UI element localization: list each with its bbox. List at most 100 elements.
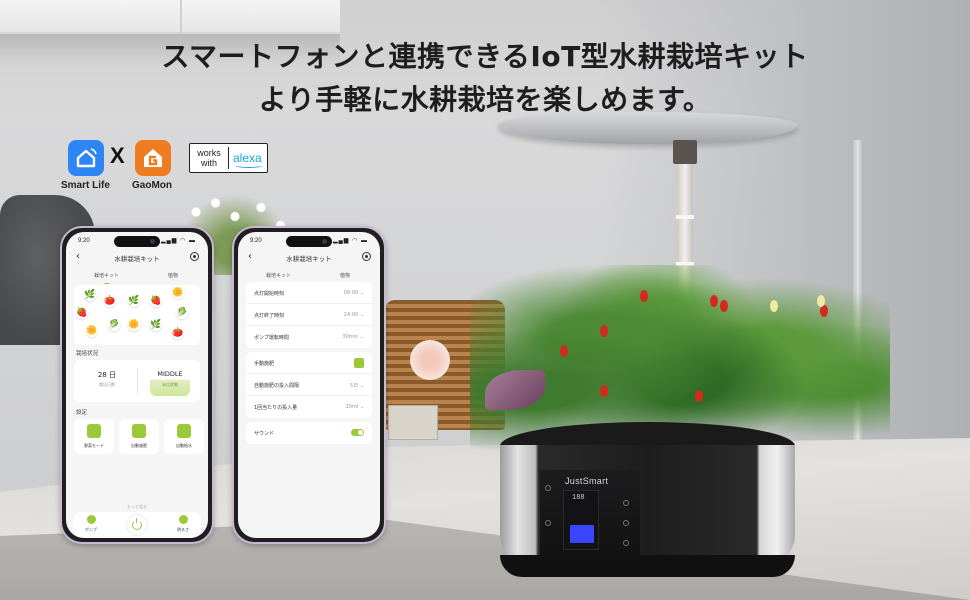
tile-label: 自動給水: [176, 443, 192, 448]
growing-days-value: 28 日: [97, 371, 117, 379]
alexa-wordmark: alexa: [233, 151, 263, 168]
headline-line-2: より手軽に水耕栽培を楽しめます。: [258, 83, 712, 116]
kit-mode-button[interactable]: [623, 500, 629, 506]
red-pepper: [695, 390, 703, 402]
auto-fertilize-tile[interactable]: 自動施肥: [119, 419, 159, 454]
row-label: 1回当たりの投入量: [254, 405, 298, 411]
works-with-text: works with: [197, 148, 221, 168]
manual-fertilize-button[interactable]: [354, 358, 364, 368]
plant-pod[interactable]: 🌼: [172, 287, 184, 299]
tab-kit[interactable]: 栽培キット: [94, 272, 119, 279]
auto-water-tile[interactable]: 自動給水: [164, 419, 204, 454]
row-label: サウンド: [254, 431, 275, 437]
tab-plants[interactable]: 植物: [168, 272, 178, 279]
phone-screen: 9:20 ▂▄▆ ◠ ▬ ‹ 水耕栽培キット 栽培キット 植物 🌿 🍅 🌿 🍓 …: [66, 232, 208, 538]
water-level-label: 水位状態: [162, 382, 178, 387]
light-pump-settings-group: 点灯開始時刻 08:00 ⌄ 点灯終了時刻 24:00 ⌄ ポンプ運転時間 30…: [246, 282, 372, 348]
dynamic-island: [286, 236, 332, 247]
sun-icon: [178, 515, 188, 524]
red-pepper: [600, 385, 608, 397]
row-label: 点灯終了時刻: [254, 313, 285, 319]
tab-bar: 栽培キット 植物: [66, 270, 208, 282]
pump-run-time-row[interactable]: ポンプ運転時間 30min ⌄: [246, 326, 372, 348]
red-pepper: [600, 325, 608, 337]
light-start-time-row[interactable]: 点灯開始時刻 08:00 ⌄: [246, 282, 372, 304]
plant-pod[interactable]: 🌼: [128, 319, 140, 331]
settings-heading: 設定: [76, 410, 88, 416]
kit-brand-logo: JustSmart: [565, 476, 609, 486]
plant-pod[interactable]: 🍓: [150, 295, 162, 307]
row-label: 手動施肥: [254, 361, 275, 367]
page-title: 水耕栽培キット: [114, 255, 160, 263]
water-level-value: MIDDLE: [157, 370, 183, 378]
growth-status-heading: 栽培状況: [76, 351, 99, 357]
wall-cabinet: [0, 0, 340, 34]
growing-days-label: 栽培日数: [99, 382, 115, 387]
row-value: 24:00 ⌄: [343, 312, 364, 318]
row-value: 08:00 ⌄: [343, 290, 364, 296]
red-pepper: [720, 300, 728, 312]
signal-wifi-battery-icon: ▂▄▆ ◠ ▬: [332, 238, 368, 244]
kit-pump-button[interactable]: [545, 485, 551, 491]
grow-light-joint: [673, 140, 697, 164]
row-label: ポンプ運転時間: [254, 335, 289, 341]
sound-toggle[interactable]: [351, 429, 364, 436]
row-label: 自動施肥の投入間隔: [254, 383, 300, 389]
status-bar: 9:20 ▂▄▆ ◠ ▬: [238, 232, 380, 250]
yellow-pepper: [817, 295, 825, 307]
basket-label: [388, 405, 438, 440]
power-button[interactable]: [126, 514, 148, 536]
smart-life-caption: Smart Life: [61, 180, 110, 191]
tab-kit[interactable]: 栽培キット: [266, 272, 291, 279]
phone-settings-screen: 9:20 ▂▄▆ ◠ ▬ ‹ 水耕栽培キット 栽培キット 植物 点灯開始時刻 0…: [232, 226, 386, 544]
pole-ring: [676, 215, 694, 219]
plant-pod[interactable]: 🌿: [84, 289, 96, 301]
dynamic-island: [114, 236, 160, 247]
logo-separator: X: [110, 143, 125, 168]
tile-label: 自動施肥: [131, 443, 147, 448]
gaomon-logo: [135, 140, 171, 176]
vegetable-mode-icon: [87, 424, 101, 438]
fertilize-amount-row[interactable]: 1回当たりの投入量 20ml ⌄: [246, 396, 372, 418]
pump-button[interactable]: ポンプ: [79, 515, 103, 533]
plant-pod[interactable]: 🌿: [128, 295, 140, 307]
auto-water-icon: [177, 424, 191, 438]
water-level-indicator: [570, 525, 594, 543]
more-link[interactable]: もっと見る: [66, 504, 208, 510]
plant-pod[interactable]: 🍓: [76, 307, 88, 319]
plant-pod[interactable]: 🌿: [150, 319, 162, 331]
phone-screen: 9:20 ▂▄▆ ◠ ▬ ‹ 水耕栽培キット 栽培キット 植物 点灯開始時刻 0…: [238, 232, 380, 538]
kit-light-button[interactable]: [623, 540, 629, 546]
kit-timer-button[interactable]: [623, 520, 629, 526]
page-title: 水耕栽培キット: [286, 255, 332, 263]
plant-pod[interactable]: 🥬: [108, 319, 120, 331]
nav-bar: ‹ 水耕栽培キット: [238, 250, 380, 266]
row-value: 5日 ⌄: [350, 383, 364, 389]
settings-icon[interactable]: [190, 252, 199, 261]
sound-row: サウンド: [246, 422, 372, 444]
plant-pod[interactable]: 🌼: [86, 325, 98, 337]
auto-fertilize-icon: [132, 424, 146, 438]
light-end-time-row[interactable]: 点灯終了時刻 24:00 ⌄: [246, 304, 372, 326]
plant-pod[interactable]: 🍅: [104, 295, 116, 307]
signal-wifi-battery-icon: ▂▄▆ ◠ ▬: [160, 238, 196, 244]
works-with-alexa-badge: works with alexa: [189, 143, 268, 173]
kit-display: 188: [563, 490, 599, 550]
bottom-control-bar: ポンプ 明るさ: [73, 512, 201, 538]
tab-plants[interactable]: 植物: [340, 272, 350, 279]
fertilizer-settings-group: 手動施肥 自動施肥の投入間隔 5日 ⌄ 1回当たりの投入量 20ml ⌄: [246, 352, 372, 418]
plant-pod[interactable]: 🍅: [172, 327, 184, 339]
yellow-pepper: [770, 300, 778, 312]
headline-line-1: スマートフォンと連携できるIoT型水耕栽培キット: [161, 40, 809, 73]
plant-pod[interactable]: 🥬: [176, 307, 188, 319]
vegetable-mode-tile[interactable]: 野菜モード: [74, 419, 114, 454]
manual-fertilize-row: 手動施肥: [246, 352, 372, 374]
divider: [137, 368, 138, 394]
tab-bar: 栽培キット 植物: [238, 270, 380, 282]
brightness-button[interactable]: 明るさ: [171, 515, 195, 533]
fertilize-interval-row[interactable]: 自動施肥の投入間隔 5日 ⌄: [246, 374, 372, 396]
settings-icon[interactable]: [362, 252, 371, 261]
smart-life-logo: [68, 140, 104, 176]
row-label: 点灯開始時刻: [254, 291, 285, 297]
kit-power-button[interactable]: [545, 520, 551, 526]
